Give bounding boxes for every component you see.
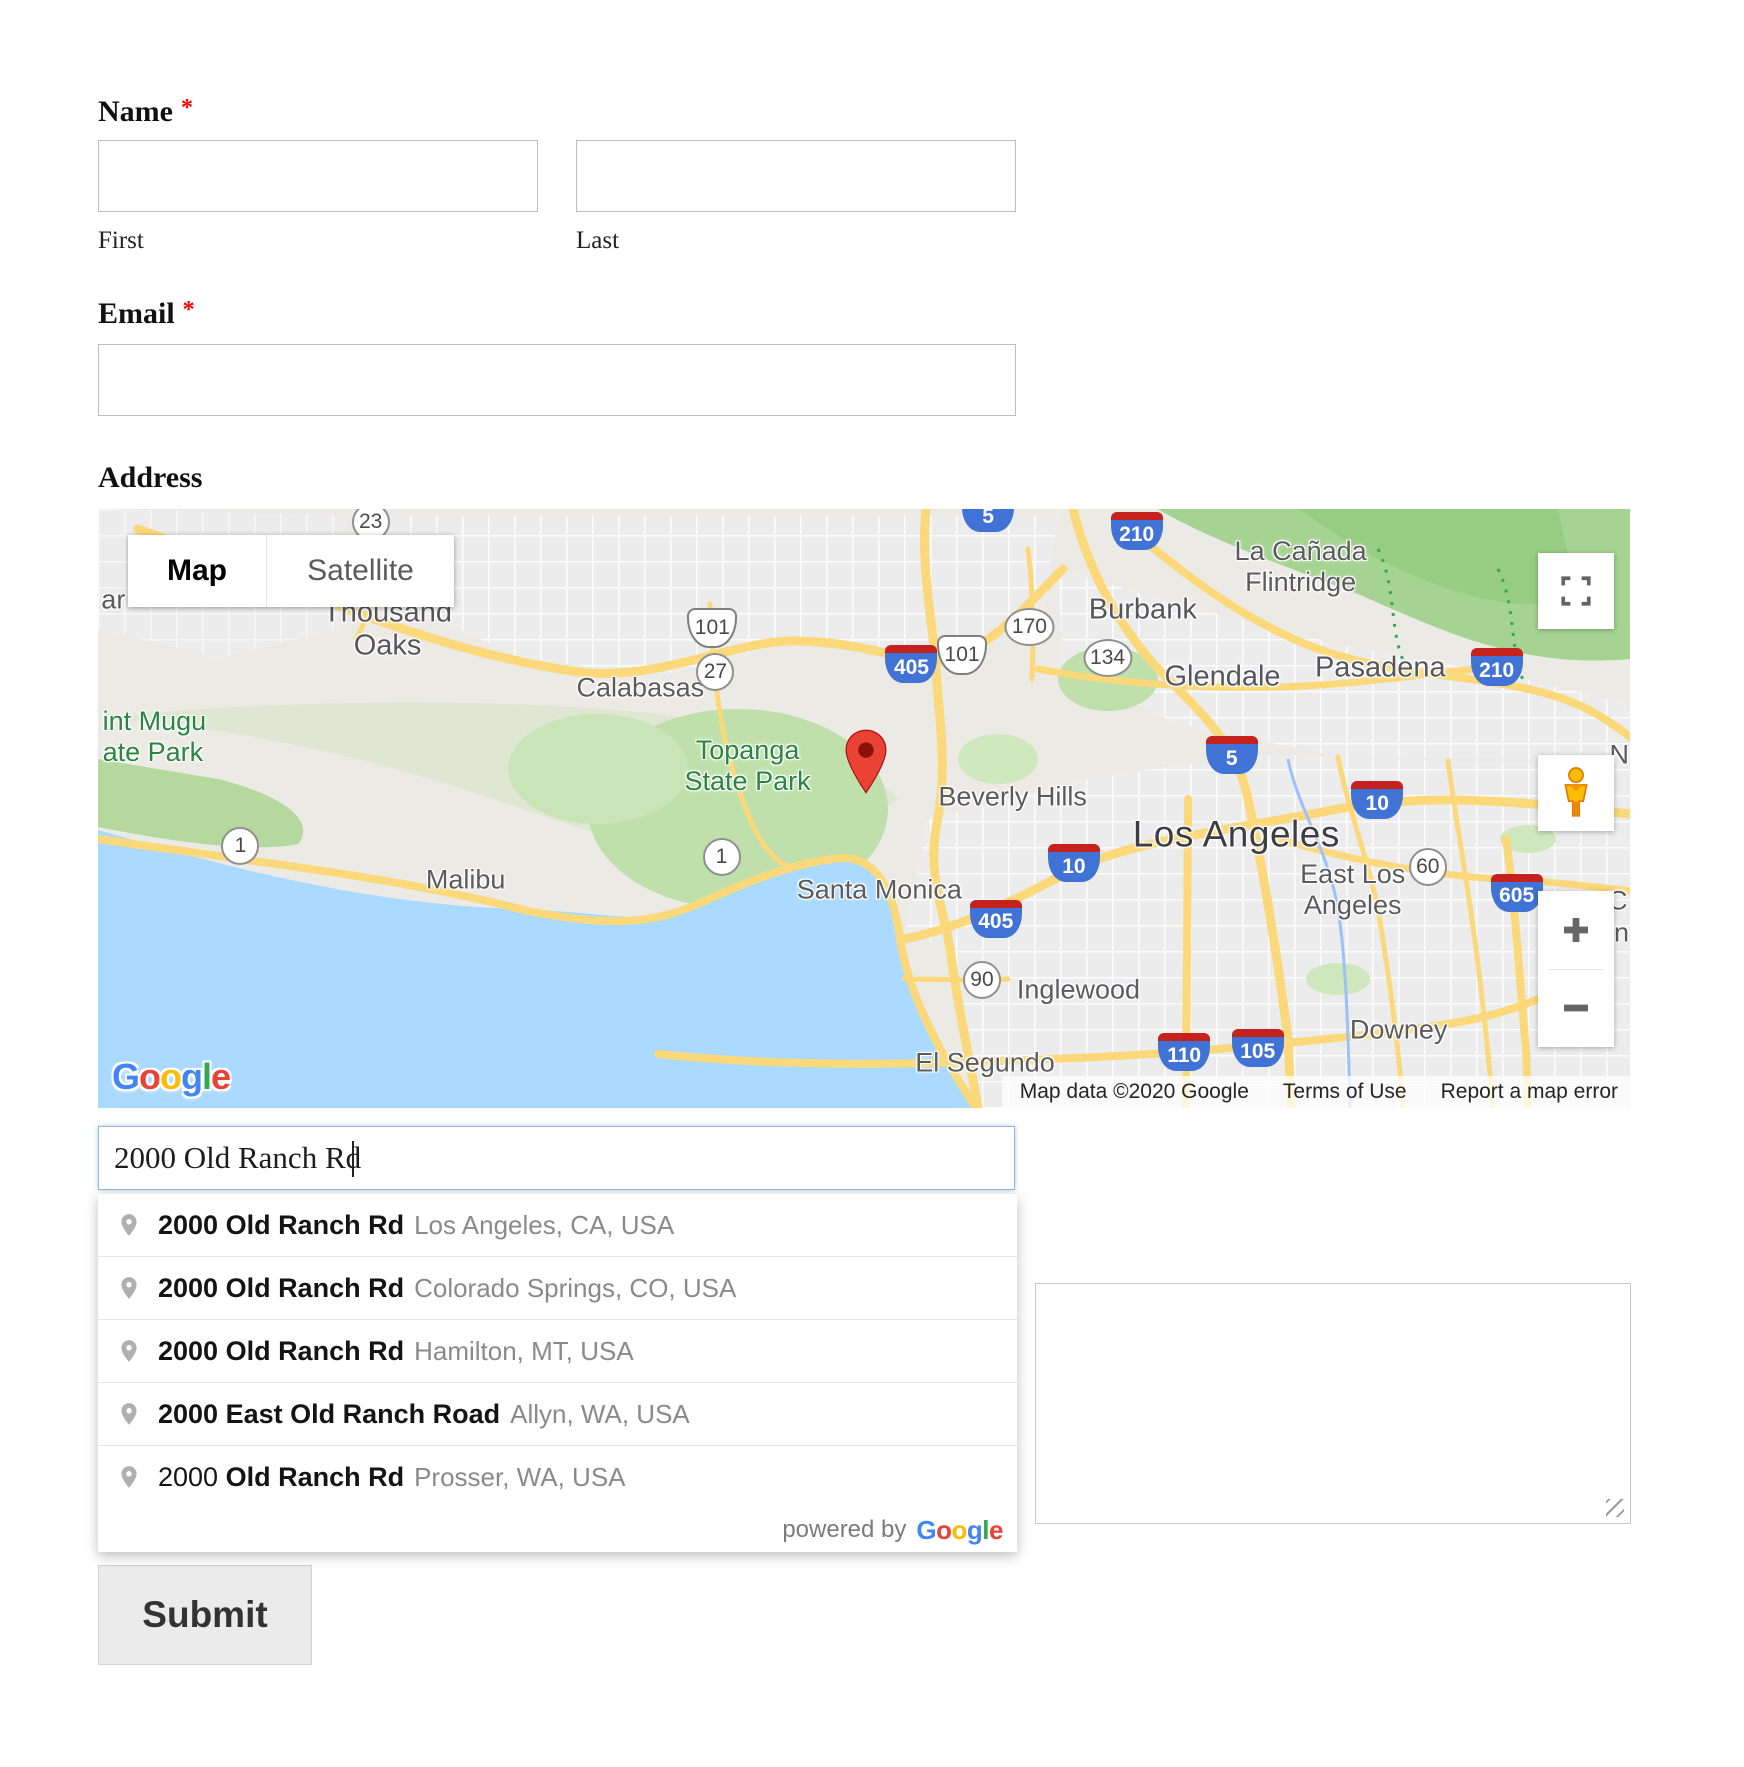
comments-textarea[interactable]: [1035, 1283, 1631, 1524]
map-type-control: Map Satellite: [128, 535, 454, 607]
map-label: ar: [101, 585, 125, 616]
map-label: Topanga State Park: [685, 735, 811, 797]
address-suggestion[interactable]: 2000 Old Ranch Rd Colorado Springs, CO, …: [98, 1256, 1017, 1319]
minus-icon: [1561, 993, 1591, 1023]
map-type-satellite-button[interactable]: Satellite: [266, 535, 454, 607]
last-name-input[interactable]: [576, 140, 1016, 212]
contact-form-page: Name * First Last Email * Address: [0, 0, 1744, 1767]
fullscreen-button[interactable]: [1538, 553, 1614, 629]
terms-of-use-link[interactable]: Terms of Use: [1283, 1080, 1407, 1104]
location-pin-icon: [116, 1338, 142, 1364]
report-map-error-link[interactable]: Report a map error: [1441, 1080, 1618, 1104]
map-label: East Los Angeles: [1300, 859, 1405, 921]
highway-shield: 405: [970, 900, 1022, 938]
address-input[interactable]: [98, 1126, 1015, 1190]
location-pin-icon: [116, 1212, 142, 1238]
highway-shield: 1: [221, 827, 259, 865]
suggestion-secondary-text: Hamilton, MT, USA: [414, 1336, 634, 1367]
suggestion-main-text: 2000 Old Ranch Rd: [158, 1210, 404, 1241]
address-suggestion[interactable]: 2000 Old Ranch Rd Prosser, WA, USA: [98, 1445, 1017, 1508]
name-required-asterisk: *: [181, 95, 193, 121]
submit-button[interactable]: Submit: [98, 1565, 312, 1665]
powered-by-text: powered by: [782, 1516, 906, 1544]
suggestion-secondary-text: Colorado Springs, CO, USA: [414, 1273, 736, 1304]
map-data-attribution: Map data ©2020 Google: [1020, 1080, 1249, 1104]
zoom-in-button[interactable]: [1538, 891, 1614, 969]
pegman-icon: [1556, 767, 1596, 819]
map-label: Downey: [1350, 1015, 1448, 1046]
map-label: Santa Monica: [797, 874, 962, 905]
suggestion-main-text: 2000 Old Ranch Rd: [158, 1273, 404, 1304]
last-sublabel: Last: [576, 227, 619, 255]
address-label: Address: [98, 461, 202, 495]
address-suggestions-dropdown: 2000 Old Ranch Rd Los Angeles, CA, USA 2…: [98, 1194, 1017, 1552]
email-label-text: Email: [98, 297, 175, 330]
map-label: Calabasas: [577, 673, 705, 704]
highway-shield: 105: [1232, 1029, 1284, 1067]
suggestion-secondary-text: Los Angeles, CA, USA: [414, 1210, 674, 1241]
map-marker-pin: [842, 729, 890, 800]
zoom-control: [1538, 891, 1614, 1047]
first-sublabel: First: [98, 227, 144, 255]
highway-shield: 210: [1111, 512, 1163, 550]
google-logo-small: Google: [916, 1515, 1003, 1546]
highway-shield: 605: [1491, 874, 1543, 912]
suggestion-main-text: 2000 Old Ranch Rd: [158, 1336, 404, 1367]
address-suggestion[interactable]: 2000 Old Ranch Rd Los Angeles, CA, USA: [98, 1194, 1017, 1256]
plus-icon: [1561, 915, 1591, 945]
address-suggestions-list: 2000 Old Ranch Rd Los Angeles, CA, USA 2…: [98, 1194, 1017, 1508]
google-logo[interactable]: Google: [112, 1056, 230, 1098]
map-label: int Mugu ate Park: [103, 706, 207, 768]
suggestion-main-text: 2000 East Old Ranch Road: [158, 1399, 500, 1430]
map-label: Malibu: [426, 864, 506, 895]
map-label: Pasadena: [1315, 651, 1446, 684]
highway-shield: 134: [1083, 639, 1132, 677]
highway-shield: 110: [1158, 1033, 1210, 1071]
suggestion-main-text: 2000 Old Ranch Rd: [158, 1462, 404, 1493]
highway-shield: 10: [1048, 844, 1100, 882]
email-label: Email *: [98, 297, 195, 331]
first-name-input[interactable]: [98, 140, 538, 212]
address-suggestion[interactable]: 2000 East Old Ranch Road Allyn, WA, USA: [98, 1382, 1017, 1445]
powered-by-google: powered by Google: [98, 1508, 1017, 1552]
fullscreen-icon: [1559, 574, 1593, 608]
email-input[interactable]: [98, 344, 1016, 416]
location-pin-icon: [116, 1464, 142, 1490]
email-required-asterisk: *: [183, 297, 195, 323]
pegman-button[interactable]: [1538, 755, 1614, 831]
highway-shield: 27: [696, 653, 734, 691]
google-map[interactable]: Thousand OaksCalabasasint Mugu ate ParkT…: [98, 509, 1630, 1108]
highway-shield: 90: [963, 961, 1001, 999]
highway-shield: 10: [1351, 781, 1403, 819]
map-label: Los Angeles: [1133, 814, 1340, 857]
address-suggestion[interactable]: 2000 Old Ranch Rd Hamilton, MT, USA: [98, 1319, 1017, 1382]
highway-shield: 60: [1409, 848, 1447, 886]
map-label: Beverly Hills: [938, 782, 1087, 813]
location-pin-icon: [116, 1275, 142, 1301]
suggestion-secondary-text: Prosser, WA, USA: [414, 1462, 625, 1493]
map-label: Burbank: [1089, 594, 1197, 627]
name-label: Name *: [98, 95, 193, 129]
highway-shield: 405: [885, 645, 937, 683]
map-type-map-button[interactable]: Map: [128, 535, 266, 607]
highway-shield: 1: [703, 838, 741, 876]
map-label: Inglewood: [1017, 974, 1140, 1005]
map-label: El Segundo: [915, 1048, 1055, 1079]
zoom-out-button[interactable]: [1538, 970, 1614, 1048]
map-label: La Cañada Flintridge: [1235, 536, 1367, 598]
suggestion-secondary-text: Allyn, WA, USA: [510, 1399, 690, 1430]
highway-shield: 5: [1206, 736, 1258, 774]
highway-shield: 170: [1005, 608, 1054, 646]
map-label: Glendale: [1164, 660, 1280, 693]
map-attribution: Map data ©2020 Google Terms of Use Repor…: [1002, 1076, 1630, 1108]
highway-shield: 210: [1471, 648, 1523, 686]
name-label-text: Name: [98, 95, 173, 128]
location-pin-icon: [116, 1401, 142, 1427]
